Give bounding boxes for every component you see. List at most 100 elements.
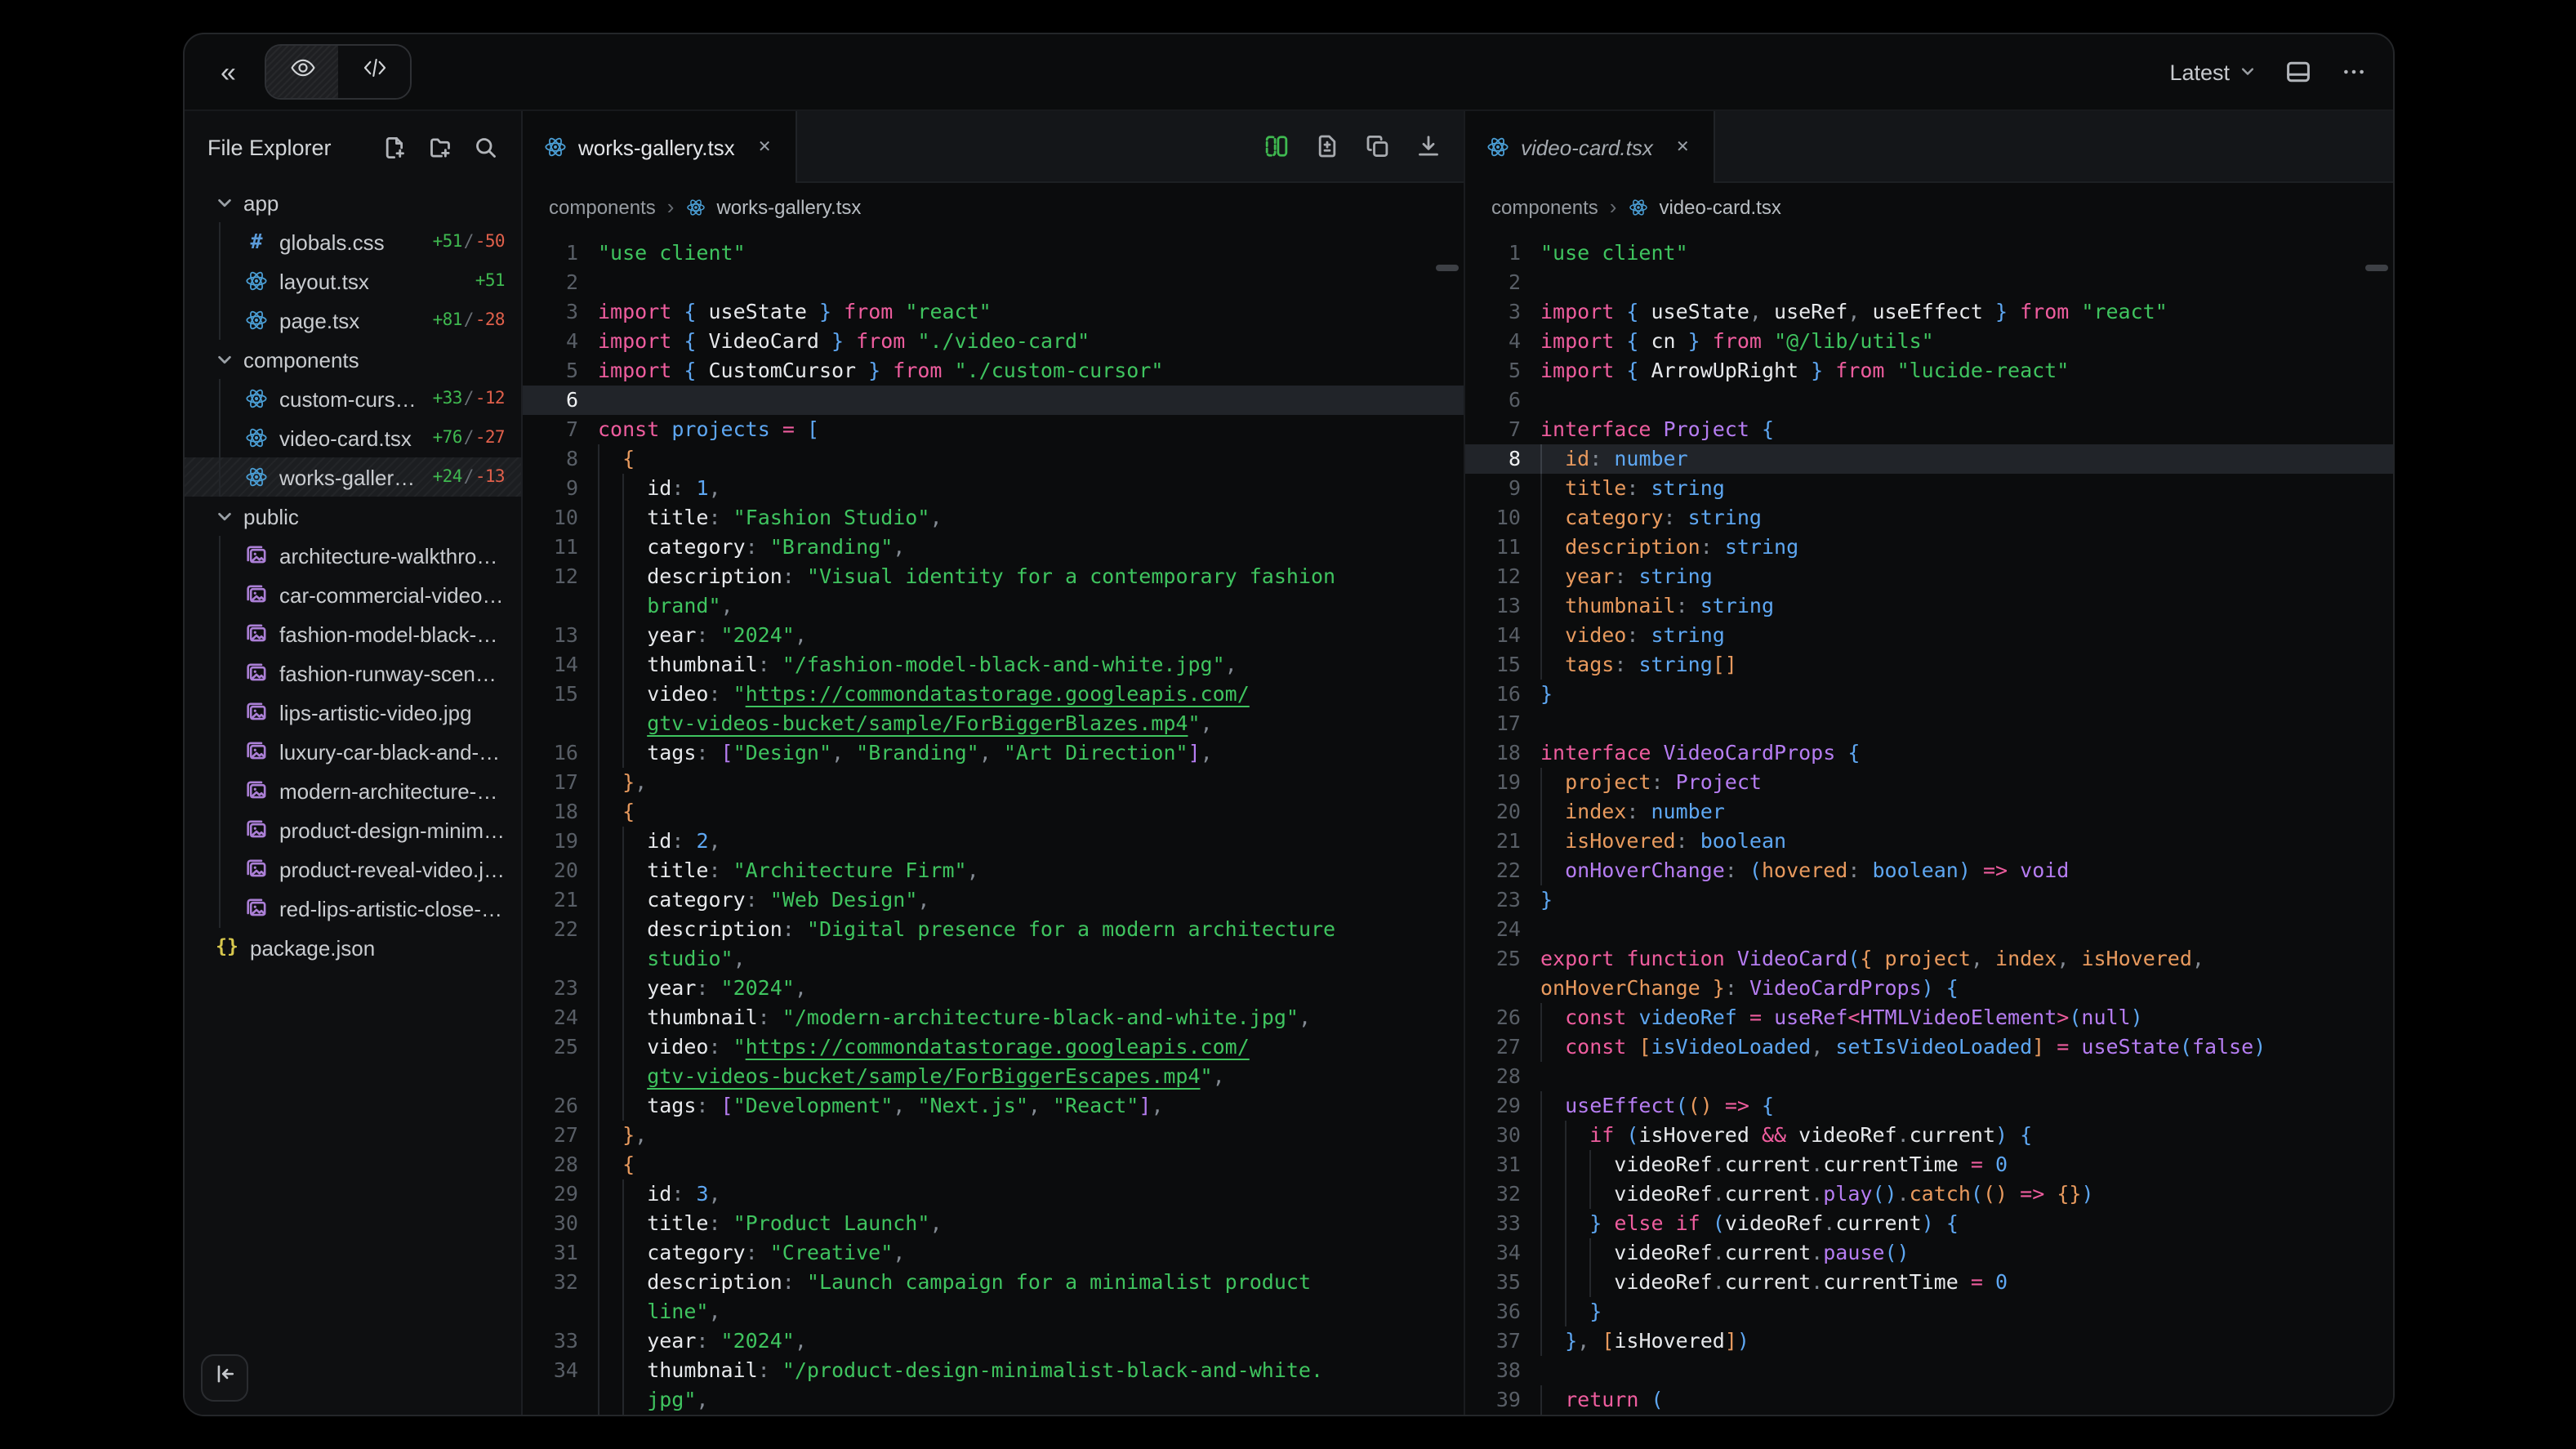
sidebar-file-product-design-minim-[interactable]: product-design-minim…	[185, 810, 521, 849]
code-row[interactable]: 4import { VideoCard } from "./video-card…	[523, 327, 1464, 356]
sidebar-file-red-lips-artistic-close-[interactable]: red-lips-artistic-close-…	[185, 889, 521, 928]
code-row[interactable]: 1"use client"	[1465, 239, 2393, 268]
code-row[interactable]: 7interface Project {	[1465, 415, 2393, 444]
code-row[interactable]: 16tags: ["Design", "Branding", "Art Dire…	[523, 738, 1464, 768]
sidebar-file-globals.css[interactable]: #globals.css+51/-50	[185, 222, 521, 261]
code-row[interactable]: 25export function VideoCard({ project, i…	[1465, 944, 2393, 974]
code-row[interactable]: 39return (	[1465, 1385, 2393, 1415]
code-row[interactable]: 22description: "Digital presence for a m…	[523, 915, 1464, 944]
split-diff-icon[interactable]	[1264, 134, 1289, 158]
sidebar-file-modern-architecture-[interactable]: modern-architecture-…	[185, 771, 521, 810]
preview-toggle-button[interactable]	[267, 46, 339, 98]
code-row[interactable]: onHoverChange }: VideoCardProps) {	[1465, 974, 2393, 1003]
code-row[interactable]: 17},	[523, 768, 1464, 797]
code-row[interactable]: 2	[523, 268, 1464, 297]
code-row[interactable]: 1"use client"	[523, 239, 1464, 268]
code-row[interactable]: 31videoRef.current.currentTime = 0	[1465, 1150, 2393, 1179]
sidebar-file-works-galler-[interactable]: works-galler…+24/-13	[185, 457, 521, 497]
code-row[interactable]: 8{	[523, 444, 1464, 474]
code-row[interactable]: 17	[1465, 709, 2393, 738]
code-row[interactable]: 22onHoverChange: (hovered: boolean) => v…	[1465, 856, 2393, 885]
sidebar-file-lips-artistic-video.jpg[interactable]: lips-artistic-video.jpg	[185, 693, 521, 732]
scrollbar-thumb[interactable]	[1436, 265, 1459, 271]
code-row[interactable]: 19id: 2,	[523, 827, 1464, 856]
code-row[interactable]: 24	[1465, 915, 2393, 944]
file-diff-icon[interactable]	[1315, 134, 1339, 158]
code-row[interactable]: 20index: number	[1465, 797, 2393, 827]
sidebar-folder-components[interactable]: components	[185, 340, 521, 379]
code-row[interactable]: gtv-videos-bucket/sample/ForBiggerEscape…	[523, 1062, 1464, 1091]
code-row[interactable]: 14thumbnail: "/fashion-model-black-and-w…	[523, 650, 1464, 680]
code-row[interactable]: brand",	[523, 591, 1464, 621]
breadcrumb-file[interactable]: video-card.tsx	[1659, 195, 1780, 218]
code-row[interactable]: 26tags: ["Development", "Next.js", "Reac…	[523, 1091, 1464, 1121]
sidebar-file-package.json[interactable]: {}package.json	[185, 928, 521, 967]
breadcrumb-folder[interactable]: components	[1491, 195, 1598, 218]
code-row[interactable]: 8id: number	[1465, 444, 2393, 474]
sidebar-file-page.tsx[interactable]: page.tsx+81/-28	[185, 301, 521, 340]
scrollbar-thumb[interactable]	[2365, 265, 2388, 271]
code-row[interactable]: 32videoRef.current.play().catch(() => {}…	[1465, 1179, 2393, 1209]
copy-icon[interactable]	[1366, 134, 1390, 158]
sidebar-file-fashion-runway-scen-[interactable]: fashion-runway-scen…	[185, 653, 521, 693]
code-row[interactable]: 37}, [isHovered])	[1465, 1326, 2393, 1356]
code-row[interactable]: 15tags: string[]	[1465, 650, 2393, 680]
sidebar-file-layout.tsx[interactable]: layout.tsx+51	[185, 261, 521, 301]
code-editor-video-card[interactable]: 1"use client"23import { useState, useRef…	[1465, 230, 2393, 1415]
code-row[interactable]: 26const videoRef = useRef<HTMLVideoEleme…	[1465, 1003, 2393, 1032]
download-icon[interactable]	[1416, 134, 1441, 158]
sidebar-file-car-commercial-video-[interactable]: car-commercial-video…	[185, 575, 521, 614]
panel-bottom-icon[interactable]	[2285, 59, 2311, 85]
code-row[interactable]: 25video: "https://commondatastorage.goog…	[523, 1032, 1464, 1062]
code-row[interactable]: 2	[1465, 268, 2393, 297]
code-row[interactable]: 28	[1465, 1062, 2393, 1091]
collapse-sidebar-button[interactable]	[201, 1354, 248, 1402]
code-row[interactable]: 10category: string	[1465, 503, 2393, 533]
code-row[interactable]: 13thumbnail: string	[1465, 591, 2393, 621]
code-row[interactable]: 11category: "Branding",	[523, 533, 1464, 562]
sidebar-file-video-card.tsx[interactable]: video-card.tsx+76/-27	[185, 418, 521, 457]
code-row[interactable]: 6	[1465, 386, 2393, 415]
code-row[interactable]: 4import { cn } from "@/lib/utils"	[1465, 327, 2393, 356]
code-row[interactable]: 38	[1465, 1356, 2393, 1385]
code-row[interactable]: 23year: "2024",	[523, 974, 1464, 1003]
code-row[interactable]: 3import { useState } from "react"	[523, 297, 1464, 327]
tab-video-card[interactable]: video-card.tsx ✕	[1465, 111, 1714, 183]
code-row[interactable]: 14video: string	[1465, 621, 2393, 650]
code-row[interactable]: 32description: "Launch campaign for a mi…	[523, 1268, 1464, 1297]
collapse-panel-button[interactable]: «	[211, 51, 246, 92]
tab-works-gallery[interactable]: works-gallery.tsx ✕	[523, 111, 796, 183]
close-icon[interactable]: ✕	[755, 135, 775, 159]
code-row[interactable]: 30title: "Product Launch",	[523, 1209, 1464, 1238]
code-row[interactable]: 27},	[523, 1121, 1464, 1150]
code-row[interactable]: 33year: "2024",	[523, 1326, 1464, 1356]
sidebar-file-product-reveal-video.j-[interactable]: product-reveal-video.j…	[185, 849, 521, 889]
code-editor-works-gallery[interactable]: 1"use client"23import { useState } from …	[523, 230, 1464, 1415]
version-dropdown[interactable]: Latest	[2169, 60, 2256, 84]
sidebar-file-fashion-model-black-[interactable]: fashion-model-black-…	[185, 614, 521, 653]
code-row[interactable]: 11description: string	[1465, 533, 2393, 562]
code-row[interactable]: 10title: "Fashion Studio",	[523, 503, 1464, 533]
sidebar-file-luxury-car-black-and-[interactable]: luxury-car-black-and-…	[185, 732, 521, 771]
code-row[interactable]: 9id: 1,	[523, 474, 1464, 503]
search-icon[interactable]	[474, 135, 498, 159]
ellipsis-menu-icon[interactable]	[2341, 59, 2367, 85]
new-folder-icon[interactable]	[428, 135, 452, 159]
code-row[interactable]: gtv-videos-bucket/sample/ForBiggerBlazes…	[523, 709, 1464, 738]
code-row[interactable]: 13year: "2024",	[523, 621, 1464, 650]
code-row[interactable]: 6	[523, 386, 1464, 415]
code-row[interactable]: line",	[523, 1297, 1464, 1326]
code-row[interactable]: 19project: Project	[1465, 768, 2393, 797]
code-row[interactable]: 30if (isHovered && videoRef.current) {	[1465, 1121, 2393, 1150]
code-row[interactable]: 12description: "Visual identity for a co…	[523, 562, 1464, 591]
code-row[interactable]: 12year: string	[1465, 562, 2393, 591]
code-row[interactable]: 34thumbnail: "/product-design-minimalist…	[523, 1356, 1464, 1385]
code-row[interactable]: 28{	[523, 1150, 1464, 1179]
code-row[interactable]: 5import { ArrowUpRight } from "lucide-re…	[1465, 356, 2393, 386]
code-toggle-button[interactable]	[339, 46, 411, 98]
code-row[interactable]: 5import { CustomCursor } from "./custom-…	[523, 356, 1464, 386]
code-row[interactable]: 36}	[1465, 1297, 2393, 1326]
sidebar-folder-public[interactable]: public	[185, 497, 521, 536]
code-row[interactable]: 34videoRef.current.pause()	[1465, 1238, 2393, 1268]
code-row[interactable]: 24thumbnail: "/modern-architecture-black…	[523, 1003, 1464, 1032]
